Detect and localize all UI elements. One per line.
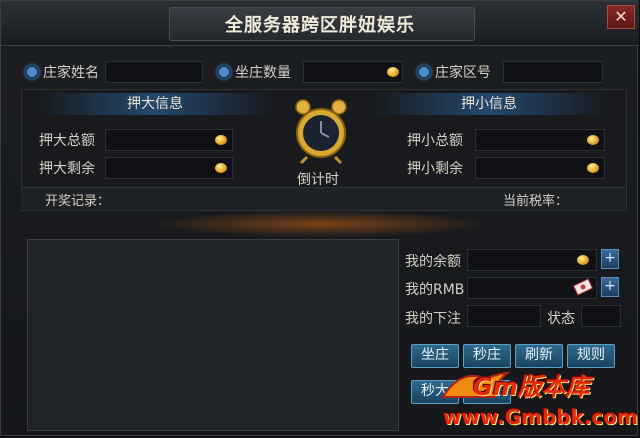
tax-rate-label: 当前税率： bbox=[503, 194, 569, 209]
rmb-note-icon bbox=[573, 278, 593, 296]
small-info-header: 押小信息 bbox=[371, 93, 607, 115]
my-balance-label: 我的余额 bbox=[405, 254, 461, 270]
gold-coin-icon bbox=[387, 67, 399, 77]
big-remain-field bbox=[105, 157, 233, 179]
banker-zone-field bbox=[503, 61, 603, 83]
game-window: 全服务器跨区胖妞娱乐 ✕ 庄家姓名 坐庄数量 庄家区号 押大信息 押小信息 押大… bbox=[0, 0, 639, 436]
small-total-field bbox=[475, 129, 605, 151]
small-remain-label: 押小剩余 bbox=[407, 161, 463, 177]
banker-name-radio-icon bbox=[25, 65, 39, 79]
gold-coin-icon bbox=[587, 163, 599, 173]
add-balance-button[interactable]: + bbox=[601, 249, 619, 269]
my-bet-field bbox=[467, 305, 541, 327]
banker-name-field bbox=[105, 61, 203, 83]
small-remain-field bbox=[475, 157, 605, 179]
big-total-label: 押大总额 bbox=[39, 133, 95, 149]
status-label: 状态 bbox=[547, 311, 575, 327]
watermark: Gm版本库 www.Gmbbk.com bbox=[439, 363, 638, 433]
record-list[interactable] bbox=[27, 239, 399, 431]
banker-amount-radio-icon bbox=[217, 65, 231, 79]
status-field bbox=[581, 305, 621, 327]
banker-zone-radio-icon bbox=[417, 65, 431, 79]
big-total-field bbox=[105, 129, 233, 151]
alarm-clock-icon bbox=[295, 99, 347, 165]
close-button[interactable]: ✕ bbox=[607, 5, 635, 29]
window-title: 全服务器跨区胖妞娱乐 bbox=[225, 15, 415, 36]
banker-name-label: 庄家姓名 bbox=[43, 65, 99, 81]
gold-coin-icon bbox=[215, 163, 227, 173]
banker-zone-label: 庄家区号 bbox=[435, 65, 491, 81]
divider-glow bbox=[151, 211, 491, 237]
countdown-label: 倒计时 bbox=[297, 172, 339, 188]
gold-coin-icon bbox=[587, 135, 599, 145]
add-rmb-button[interactable]: + bbox=[601, 277, 619, 297]
watermark-url: www.Gmbbk.com bbox=[443, 405, 638, 429]
small-total-label: 押小总额 bbox=[407, 133, 463, 149]
watermark-brand: Gm版本库 bbox=[473, 373, 590, 401]
big-info-header: 押大信息 bbox=[37, 93, 273, 115]
big-remain-label: 押大剩余 bbox=[39, 161, 95, 177]
gold-coin-icon bbox=[215, 135, 227, 145]
title-bar: 全服务器跨区胖妞娱乐 ✕ bbox=[1, 1, 639, 46]
my-bet-label: 我的下注 bbox=[405, 311, 461, 327]
my-rmb-label: 我的RMB bbox=[405, 282, 465, 298]
gold-coin-icon bbox=[577, 255, 589, 265]
record-label: 开奖记录： bbox=[45, 194, 111, 209]
banker-amount-label: 坐庄数量 bbox=[235, 65, 291, 81]
